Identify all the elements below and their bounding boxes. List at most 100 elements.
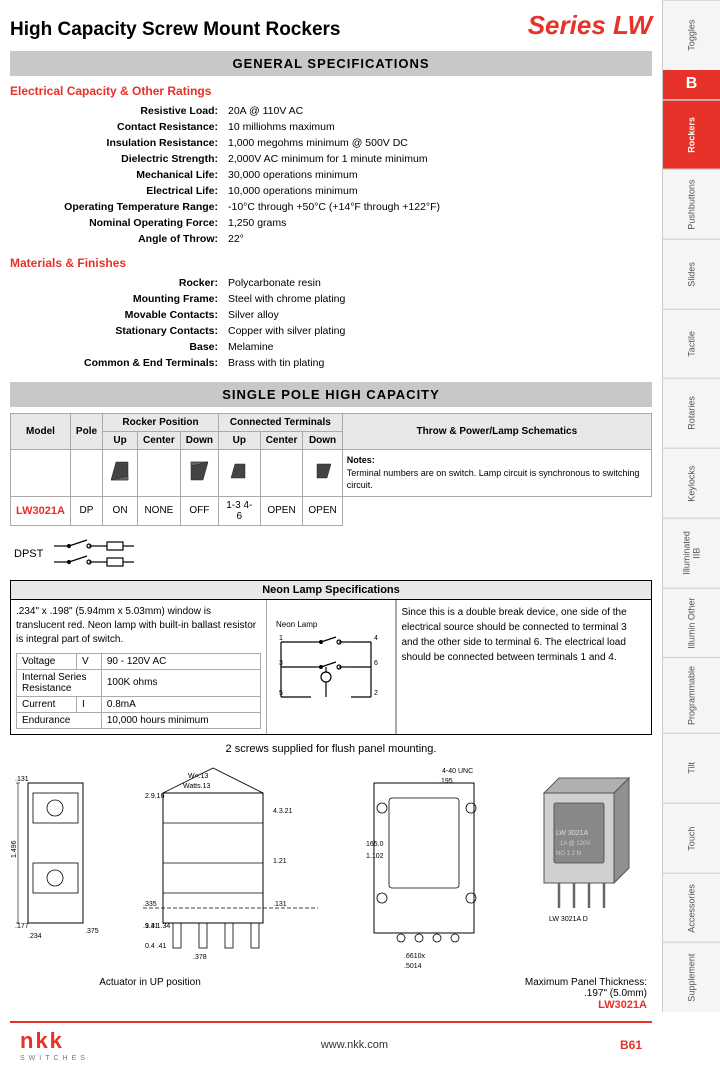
diagram-4: LW 3021A 1A @ 120V NO 1 2 N LW 3021A D 1… [532, 763, 652, 926]
sidebar-tab-rockers[interactable]: Rockers [663, 100, 720, 170]
sidebar-tab-toggles[interactable]: Toggles [663, 0, 720, 70]
svg-text:NO 1 2 N: NO 1 2 N [556, 851, 581, 857]
spec-label: Stationary Contacts: [12, 324, 222, 338]
pole-header: Pole [70, 414, 102, 450]
footer-url: www.nkk.com [321, 1039, 388, 1051]
neon-right-description: Since this is a double break device, one… [402, 605, 647, 665]
svg-text:.131: .131 [15, 776, 29, 783]
neon-lamp-section: Neon Lamp Specifications .234" x .198" (… [10, 580, 652, 735]
diagram-labels: Actuator in UP position Maximum Panel Th… [10, 977, 652, 1011]
sidebar-tab-accessories[interactable]: Accessories [663, 873, 720, 943]
svg-text:4: 4 [374, 635, 378, 642]
spec-value: Steel with chrome plating [224, 292, 650, 306]
sidebar-tab-pushbuttons[interactable]: Pushbuttons [663, 169, 720, 239]
table-row: LW3021A DP ON NONE OFF 1-3 4-6 OPEN OPEN [11, 496, 652, 525]
svg-text:.378: .378 [193, 954, 207, 961]
spec-label: Contact Resistance: [12, 120, 222, 134]
center-term-value: OPEN [260, 496, 303, 525]
sidebar-tab-touch[interactable]: Touch [663, 803, 720, 873]
sidebar-tab-illuminother[interactable]: Illumin Other [663, 588, 720, 658]
neon-circuit-svg: Neon Lamp [271, 617, 391, 717]
sidebar-tab-supplement[interactable]: Supplement [663, 942, 720, 1012]
spec-row: Angle of Throw: 22° [12, 232, 650, 246]
spec-row: Insulation Resistance: 1,000 megohms min… [12, 136, 650, 150]
spec-label: Nominal Operating Force: [12, 216, 222, 230]
neon-circuit-diagram: Neon Lamp [266, 600, 396, 734]
model-header: Model [11, 414, 71, 450]
neon-lamp-header: Neon Lamp Specifications [11, 581, 651, 600]
diagram-1-svg: 1.496 .375 .234 .131 .177 [13, 763, 98, 943]
spec-row: Common & End Terminals: Brass with tin p… [12, 356, 650, 370]
footer-logo-area: nkk SWITCHES [20, 1028, 89, 1062]
resistance-label: Internal Series Resistance [17, 669, 102, 696]
model-value: LW3021A [11, 496, 71, 525]
diagram-4-svg: LW 3021A 1A @ 120V NO 1 2 N LW 3021A D 1… [534, 763, 649, 923]
spec-value: 10,000 operations minimum [224, 184, 650, 198]
page-footer: nkk SWITCHES www.nkk.com B61 [10, 1021, 652, 1067]
rocker-position-header: Rocker Position [103, 414, 219, 432]
spec-value: Brass with tin plating [224, 356, 650, 370]
rocker-up-term-icon [229, 462, 249, 480]
rocker-down-term-icon [313, 462, 333, 480]
current-label: Current [17, 696, 77, 712]
spec-label: Insulation Resistance: [12, 136, 222, 150]
spec-row: Movable Contacts: Silver alloy [12, 308, 650, 322]
rocker-up-icon [108, 460, 132, 482]
spec-label: Resistive Load: [12, 104, 222, 118]
svg-text:Watts.13: Watts.13 [183, 783, 210, 790]
sidebar-tab-slides[interactable]: Slides [663, 239, 720, 309]
spec-value: Copper with silver plating [224, 324, 650, 338]
up-pos-value: ON [103, 496, 138, 525]
diagram-2: .378 1.21 Watts.13 .335 .131 .9.41 W<.13… [141, 763, 321, 966]
center-term-icon-cell [260, 450, 303, 497]
svg-text:.177: .177 [15, 923, 29, 930]
switches-label: SWITCHES [20, 1055, 89, 1062]
spec-label: Rocker: [12, 276, 222, 290]
spec-label: Common & End Terminals: [12, 356, 222, 370]
svg-text:0.4 .41: 0.4 .41 [145, 943, 167, 950]
svg-text:1.102: 1.102 [366, 853, 384, 860]
neon-current-row: Current I 0.8mA [17, 696, 261, 712]
footer-page: B61 [620, 1038, 642, 1052]
down-icon-cell [180, 450, 218, 497]
spec-value: Polycarbonate resin [224, 276, 650, 290]
neon-lamp-left: .234" x .198" (5.94mm x 5.03mm) window i… [11, 600, 266, 734]
spec-label: Electrical Life: [12, 184, 222, 198]
spec-value: 30,000 operations minimum [224, 168, 650, 182]
general-specs-section: GENERAL SPECIFICATIONS Electrical Capaci… [10, 51, 652, 372]
spec-label: Mounting Frame: [12, 292, 222, 306]
spec-label: Movable Contacts: [12, 308, 222, 322]
sidebar-tab-programmable[interactable]: Programmable [663, 657, 720, 733]
svg-text:1.21: 1.21 [273, 858, 287, 865]
spec-value: 1,000 megohms minimum @ 500V DC [224, 136, 650, 150]
neon-endurance-row: Endurance 10,000 hours minimum [17, 712, 261, 728]
flush-mount-note: 2 screws supplied for flush panel mounti… [10, 743, 652, 755]
svg-text:2.9.16: 2.9.16 [145, 793, 165, 800]
page-header: High Capacity Screw Mount Rockers Series… [10, 10, 652, 41]
up-term-header: Up [218, 432, 260, 450]
spec-row: Contact Resistance: 10 milliohms maximum [12, 120, 650, 134]
center-col-header: Center [138, 432, 181, 450]
sidebar-tab-tilt[interactable]: Tilt [663, 733, 720, 803]
throw-power-header: Throw & Power/Lamp Schematics [342, 414, 651, 450]
sidebar-tab-rotaries[interactable]: Rotaries [663, 378, 720, 448]
svg-text:165.0: 165.0 [366, 841, 384, 848]
spec-row: Base: Melamine [12, 340, 650, 354]
materials-specs-table: Rocker: Polycarbonate resin Mounting Fra… [10, 274, 652, 372]
sidebar-tab-b: B [663, 70, 720, 100]
single-pole-table: Model Pole Rocker Position Connected Ter… [10, 413, 652, 526]
spec-label: Dielectric Strength: [12, 152, 222, 166]
sidebar-tab-keylocks[interactable]: Keylocks [663, 448, 720, 518]
nkk-logo: nkk [20, 1028, 64, 1054]
sidebar-tab-tactile[interactable]: Tactile [663, 309, 720, 379]
svg-text:.6610x: .6610x [404, 953, 426, 960]
svg-text:.234: .234 [28, 933, 42, 940]
dpst-row: DPST [14, 534, 652, 574]
sidebar-tab-illuminated[interactable]: Illuminated IIB [663, 518, 720, 588]
electrical-section-title: Electrical Capacity & Other Ratings [10, 84, 652, 98]
spec-label: Base: [12, 340, 222, 354]
svg-text:1.3 1.34: 1.3 1.34 [145, 923, 170, 930]
neon-resistance-row: Internal Series Resistance 100K ohms [17, 669, 261, 696]
center-term-header: Center [260, 432, 303, 450]
spec-value: 20A @ 110V AC [224, 104, 650, 118]
